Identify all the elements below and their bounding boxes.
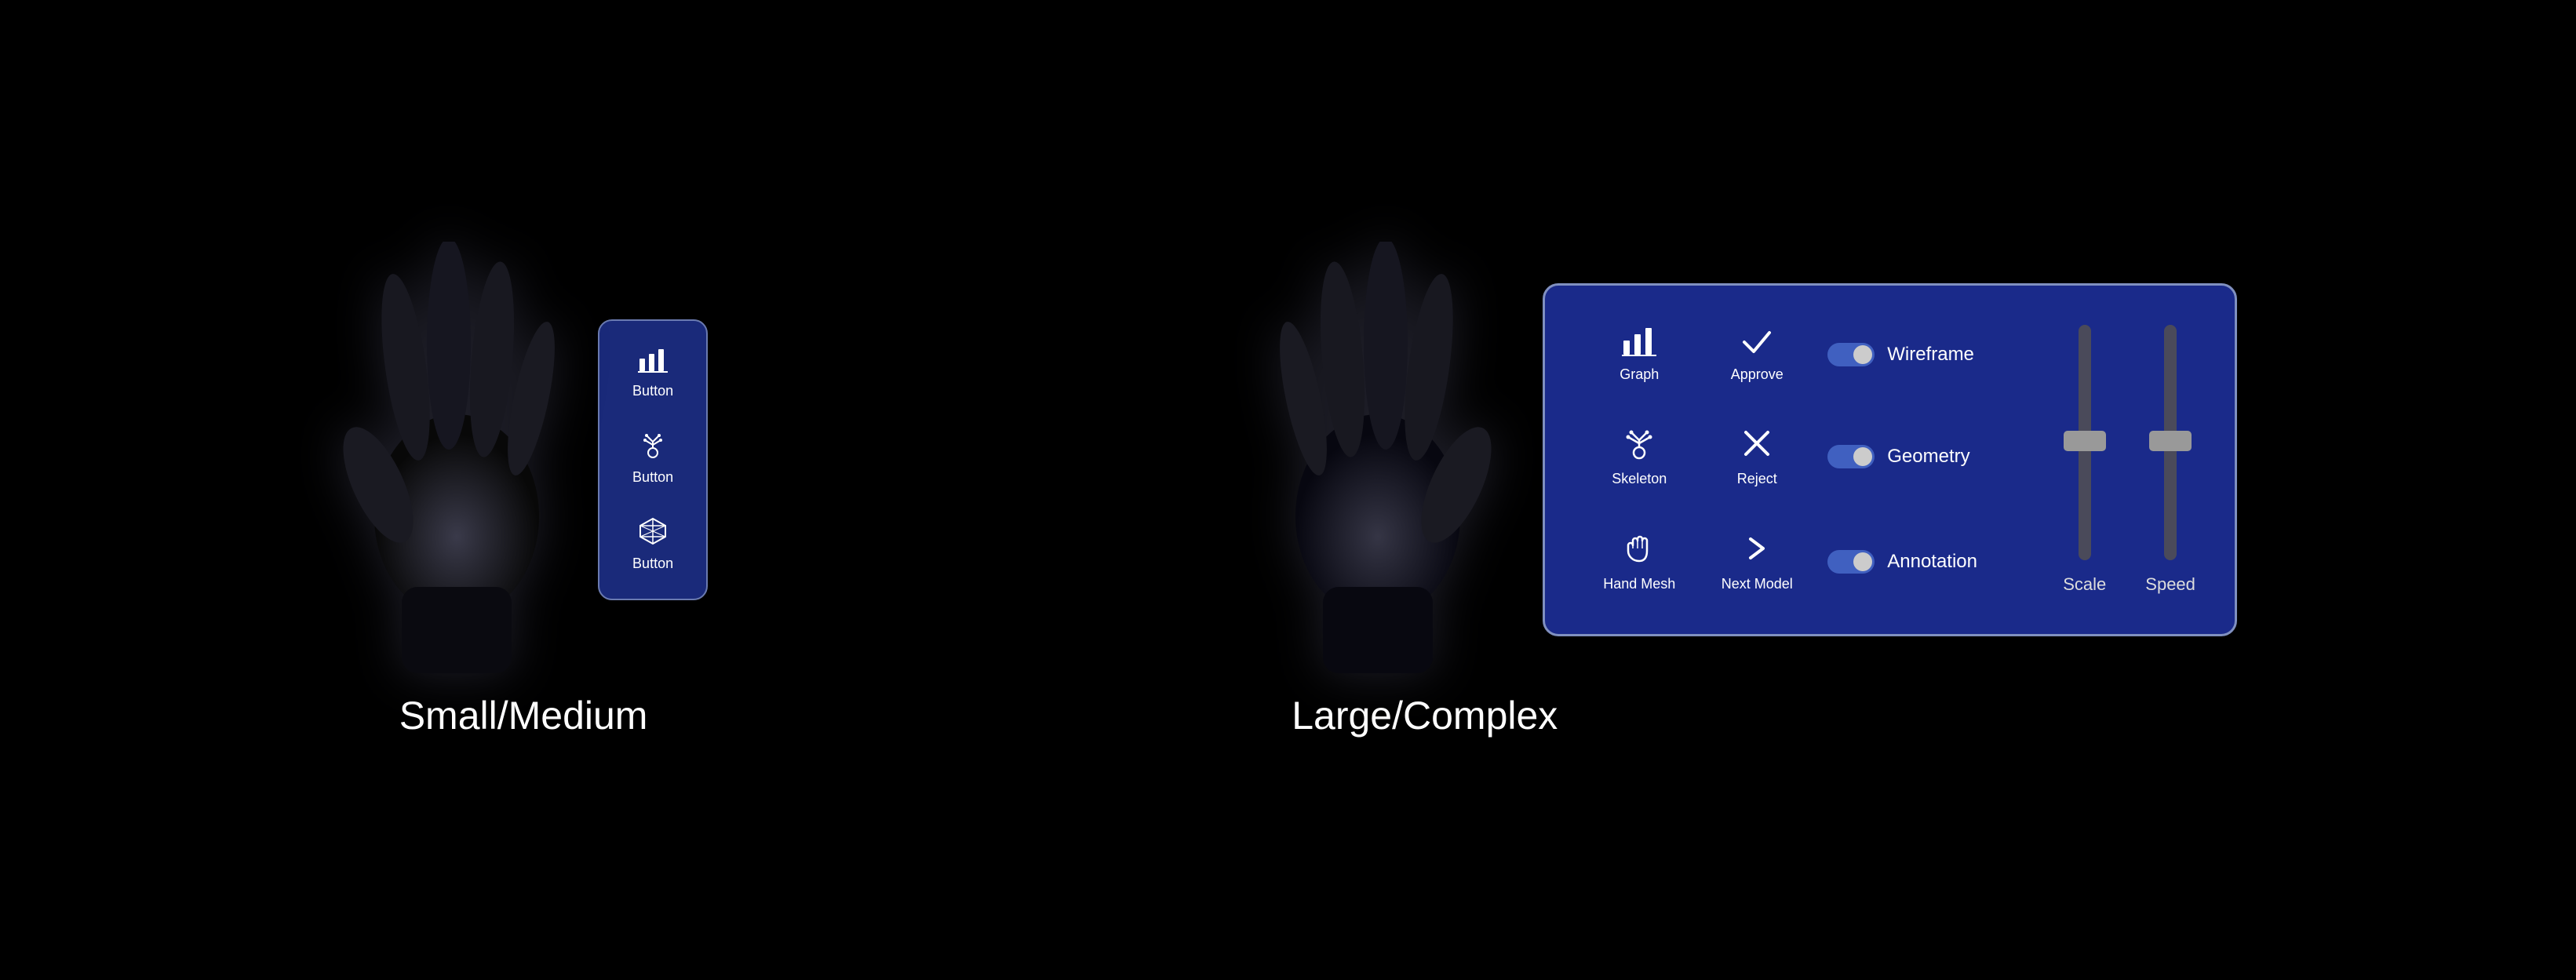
skeleton-item-icon (1622, 426, 1656, 464)
speed-slider-unit: Speed (2145, 325, 2195, 595)
main-scene: Button (0, 0, 2576, 980)
graph-item-icon (1622, 326, 1656, 360)
graph-item-label: Graph (1620, 366, 1659, 383)
mesh-button-label: Button (632, 556, 673, 572)
geometry-toggle-knob (1853, 447, 1872, 466)
handmesh-item-label: Hand Mesh (1603, 576, 1675, 592)
small-medium-inner: Button (339, 242, 708, 677)
graph-button[interactable]: Button (614, 337, 692, 410)
skeleton-button-icon (639, 431, 667, 463)
skeleton-item[interactable]: Skeleton (1592, 426, 1686, 487)
small-medium-panel: Button (598, 319, 708, 600)
skeleton-item-label: Skeleton (1612, 471, 1667, 487)
geometry-toggle[interactable] (1827, 445, 1875, 468)
mesh-button[interactable]: Button (614, 506, 692, 583)
graph-button-label: Button (632, 383, 673, 399)
panel-content-grid: Graph Approve Wi (1592, 325, 2016, 595)
scale-slider-label: Scale (2063, 574, 2106, 595)
speed-slider-thumb[interactable] (2149, 431, 2192, 451)
nextmodel-item-icon (1740, 531, 1774, 570)
wireframe-toggle[interactable] (1827, 343, 1875, 366)
annotation-toggle[interactable] (1827, 550, 1875, 574)
nextmodel-item[interactable]: Next Model (1710, 531, 1804, 592)
annotation-toggle-row: Annotation (1827, 550, 2016, 574)
approve-item-icon (1740, 326, 1774, 360)
reject-item-label: Reject (1737, 471, 1777, 487)
reject-item-icon (1740, 426, 1774, 464)
wireframe-toggle-label: Wireframe (1887, 344, 1974, 366)
large-complex-inner: Graph Approve Wi (1260, 242, 2237, 677)
skeleton-button-label: Button (632, 469, 673, 486)
skeleton-button[interactable]: Button (614, 420, 692, 497)
nextmodel-item-label: Next Model (1722, 576, 1793, 592)
right-section: Graph Approve Wi (1260, 242, 2237, 738)
speed-slider-track[interactable] (2164, 325, 2177, 560)
reject-item[interactable]: Reject (1710, 426, 1804, 487)
sliders-column: Scale Speed (2047, 325, 2195, 595)
mesh-button-icon (639, 517, 667, 549)
large-complex-panel: Graph Approve Wi (1543, 283, 2237, 636)
approve-item-label: Approve (1731, 366, 1784, 383)
left-hand-section: Button (339, 242, 708, 738)
large-complex-label: Large/Complex (1260, 693, 1558, 738)
approve-item[interactable]: Approve (1710, 326, 1804, 383)
small-medium-label: Small/Medium (399, 693, 648, 738)
left-hand (339, 242, 574, 677)
geometry-toggle-label: Geometry (1887, 446, 1969, 468)
scale-slider-thumb[interactable] (2064, 431, 2106, 451)
annotation-toggle-label: Annotation (1887, 551, 1977, 573)
scale-slider-track[interactable] (2079, 325, 2091, 560)
scale-slider-unit: Scale (2063, 325, 2106, 595)
wireframe-toggle-row: Wireframe (1827, 343, 2016, 366)
graph-button-icon (638, 348, 668, 377)
handmesh-item[interactable]: Hand Mesh (1592, 531, 1686, 592)
wireframe-toggle-knob (1853, 345, 1872, 364)
right-hand (1260, 242, 1496, 677)
graph-item[interactable]: Graph (1592, 326, 1686, 383)
speed-slider-label: Speed (2145, 574, 2195, 595)
annotation-toggle-knob (1853, 552, 1872, 571)
handmesh-item-icon (1622, 531, 1656, 570)
geometry-toggle-row: Geometry (1827, 445, 2016, 468)
